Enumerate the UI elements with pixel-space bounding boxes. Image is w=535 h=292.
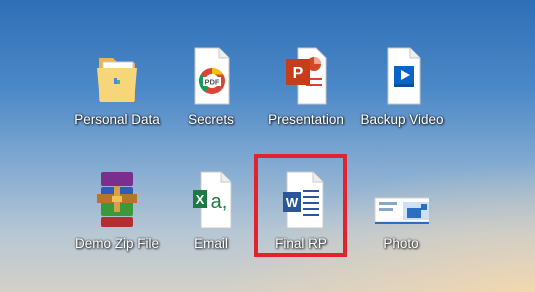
desktop-icon-presentation[interactable]: P Presentation: [258, 44, 354, 128]
icon-label: Secrets: [188, 112, 234, 127]
desktop-icon-final-rp[interactable]: W Final RP: [253, 168, 349, 252]
desktop-icon-secrets[interactable]: PDF Secrets: [163, 44, 259, 128]
word-file-icon: W: [273, 168, 329, 232]
winrar-archive-icon: [89, 168, 145, 232]
excel-file-icon: X a,: [183, 168, 239, 232]
image-file-icon: [373, 168, 432, 232]
powerpoint-file-icon: P: [278, 44, 334, 108]
desktop-icon-backup-video[interactable]: Backup Video: [354, 44, 450, 128]
desktop-icon-demo-zip-file[interactable]: Demo Zip File: [69, 168, 165, 252]
folder-icon: [89, 44, 145, 108]
svg-text:X: X: [196, 192, 205, 207]
svg-text:P: P: [293, 65, 304, 82]
pdf-file-icon: PDF: [183, 44, 239, 108]
desktop-icon-personal-data[interactable]: Personal Data: [69, 44, 165, 128]
icon-label: Personal Data: [74, 112, 160, 127]
svg-text:W: W: [286, 195, 299, 210]
desktop-icon-photo[interactable]: Photo: [353, 168, 449, 252]
icon-label: Email: [194, 236, 228, 251]
desktop-icon-email[interactable]: X a, Email: [163, 168, 259, 252]
icon-label: Backup Video: [360, 112, 444, 127]
icon-label: Final RP: [275, 236, 327, 251]
icon-label: Photo: [383, 236, 419, 251]
svg-text:a,: a,: [211, 191, 228, 213]
icon-label: Demo Zip File: [74, 236, 160, 251]
icon-label: Presentation: [268, 112, 344, 127]
video-file-icon: [374, 44, 430, 108]
svg-text:PDF: PDF: [205, 78, 220, 87]
